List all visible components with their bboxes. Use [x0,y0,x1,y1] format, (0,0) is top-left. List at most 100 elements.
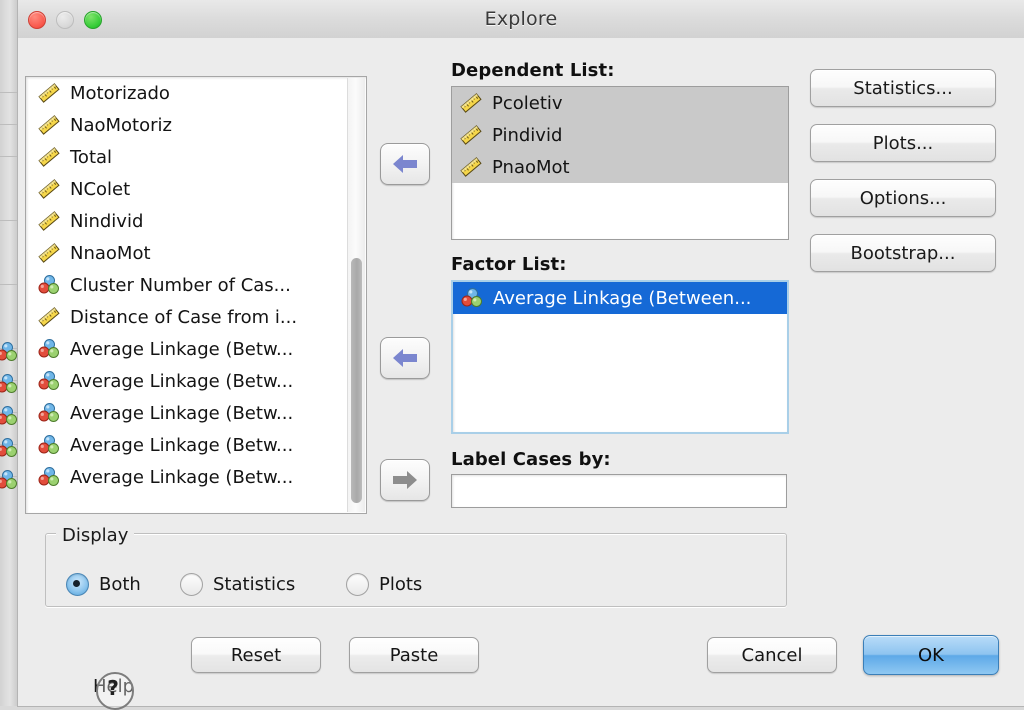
source-list-item[interactable]: Distance of Case from i... [26,301,348,333]
nominal-balls-icon [38,434,60,456]
options-button[interactable]: Options... [810,179,996,217]
dependent-list-item[interactable]: Pcoletiv [452,87,788,119]
source-list-item-label: Average Linkage (Betw... [70,370,294,392]
background-nominal-balls-icon [0,373,18,395]
nominal-balls-icon [38,338,60,360]
title-bar[interactable]: Explore [18,0,1024,39]
scale-ruler-icon [460,92,482,114]
label-cases-by-label: Label Cases by: [451,449,611,470]
display-option-plots-label: Plots [379,574,423,595]
cancel-button[interactable]: Cancel [707,637,837,673]
factor-list-label: Factor List: [451,254,567,275]
display-option-statistics[interactable]: Statistics [180,573,295,596]
source-list-item-label: Nindivid [70,210,144,232]
dependent-list-label: Dependent List: [451,60,615,81]
nominal-balls-icon [38,274,60,296]
scale-ruler-icon [38,178,60,200]
source-list-item[interactable]: Average Linkage (Betw... [26,429,348,461]
source-list-item-label: Total [70,146,113,168]
source-list-item[interactable]: Total [26,141,348,173]
plots-button[interactable]: Plots... [810,124,996,162]
background-nominal-balls-icon [0,405,18,427]
statistics-button[interactable]: Statistics... [810,69,996,107]
source-list-item[interactable]: Average Linkage (Betw... [26,333,348,365]
display-group-title: Display [56,525,135,546]
scale-ruler-icon [38,82,60,104]
source-list-item-label: Average Linkage (Betw... [70,338,294,360]
source-variable-list[interactable]: Motorizado NaoMotoriz Total NColet Nindivid N… [25,76,367,514]
nominal-balls-icon [0,405,18,427]
dependent-list-item[interactable]: PnaoMot [452,151,788,183]
paste-button[interactable]: Paste [349,637,479,673]
arrow-left-icon [393,155,417,173]
source-list-item[interactable]: Cluster Number of Cas... [26,269,348,301]
label-cases-by-input[interactable] [452,475,786,507]
arrow-left-icon [393,349,417,367]
source-list-item-label: NnaoMot [70,242,151,264]
nominal-balls-icon [461,287,483,309]
window-title: Explore [484,8,558,30]
move-to-label-cases-button [380,459,430,501]
scale-ruler-icon [38,242,60,264]
nominal-balls-icon [38,402,60,424]
help-question-glyph: ? [107,676,119,700]
source-list-item[interactable]: Motorizado [26,77,348,109]
label-cases-by-field[interactable] [451,474,787,508]
dialog-body: Motorizado NaoMotoriz Total NColet Nindivid N… [18,38,1024,710]
scale-ruler-icon [38,210,60,232]
source-list-scrollbar[interactable] [347,78,365,512]
source-list-item-label: Motorizado [70,82,170,104]
ok-button[interactable]: OK [863,635,999,675]
nominal-balls-icon [38,370,60,392]
source-list-item-label: NColet [70,178,131,200]
scale-ruler-icon [38,146,60,168]
display-option-plots[interactable]: Plots [346,573,422,596]
radio-plots-icon[interactable] [346,573,369,596]
reset-button[interactable]: Reset [191,637,321,673]
source-list-item[interactable]: NColet [26,173,348,205]
help-cursor-icon: ? [96,672,134,710]
factor-list-item-label: Average Linkage (Between... [493,287,752,309]
source-list-item[interactable]: NaoMotoriz [26,109,348,141]
display-option-both-label: Both [99,574,141,595]
dependent-list-item-label: Pindivid [492,124,563,146]
move-to-factor-list-button[interactable] [380,337,430,379]
scale-ruler-icon [460,156,482,178]
dependent-list-item-label: Pcoletiv [492,92,563,114]
factor-list-item[interactable]: Average Linkage (Between... [453,282,787,314]
scrollbar-thumb[interactable] [351,258,362,503]
background-nominal-balls-icon [0,341,18,363]
source-list-item-label: NaoMotoriz [70,114,172,136]
source-list-item-label: Distance of Case from i... [70,306,298,328]
radio-statistics-icon[interactable] [180,573,203,596]
explore-dialog: Explore Motorizado NaoMotoriz Total NColet N… [18,0,1024,710]
source-list-item[interactable]: Nindivid [26,205,348,237]
scale-ruler-icon [460,124,482,146]
source-list-item-label: Cluster Number of Cas... [70,274,291,296]
source-list-item[interactable]: Average Linkage (Betw... [26,365,348,397]
source-list-item[interactable]: Average Linkage (Betw... [26,397,348,429]
background-nominal-balls-icon [0,437,18,459]
nominal-balls-icon [0,437,18,459]
nominal-balls-icon [0,469,18,491]
scale-ruler-icon [38,114,60,136]
background-nominal-balls-icon [0,469,18,491]
source-list-item-label: Average Linkage (Betw... [70,402,294,424]
nominal-balls-icon [0,373,18,395]
nominal-balls-icon [0,341,18,363]
display-option-both[interactable]: Both [66,573,141,596]
source-list-item-label: Average Linkage (Betw... [70,434,294,456]
arrow-right-icon [393,471,417,489]
dependent-list-item[interactable]: Pindivid [452,119,788,151]
dependent-list[interactable]: Pcoletiv Pindivid PnaoMot [451,86,789,240]
source-list-item-label: Average Linkage (Betw... [70,466,294,488]
dependent-list-item-label: PnaoMot [492,156,570,178]
factor-list[interactable]: Average Linkage (Between... [451,280,789,434]
source-list-item[interactable]: NnaoMot [26,237,348,269]
radio-both-icon[interactable] [66,573,89,596]
nominal-balls-icon [38,466,60,488]
source-list-item[interactable]: Average Linkage (Betw... [26,461,348,493]
bootstrap-button[interactable]: Bootstrap... [810,234,996,272]
scale-ruler-icon [38,306,60,328]
move-to-dependent-list-button[interactable] [380,143,430,185]
